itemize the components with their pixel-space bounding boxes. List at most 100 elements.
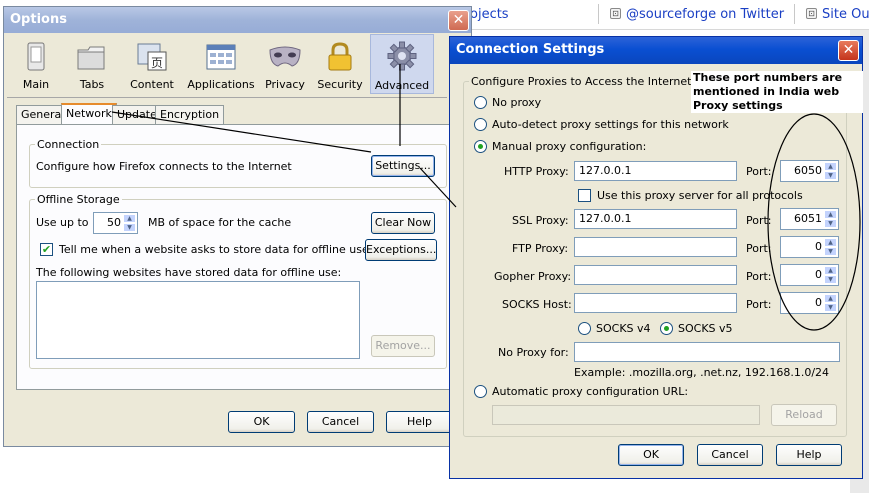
spin-down-icon[interactable]: ▼ — [824, 219, 837, 228]
toolbar-privacy[interactable]: Privacy — [262, 36, 308, 94]
use-for-all-label: Use this proxy server for all protocols — [597, 189, 803, 202]
connection-group-title: Connection — [35, 138, 102, 151]
close-icon: ✕ — [452, 12, 465, 28]
auto-config-radio[interactable] — [474, 385, 487, 398]
ftp-proxy-label: FTP Proxy: — [512, 242, 569, 255]
gopher-proxy-input[interactable] — [574, 265, 737, 285]
ftp-proxy-input[interactable] — [574, 237, 737, 257]
connection-ok-button[interactable]: OK — [618, 444, 684, 466]
spin-up-icon[interactable]: ▲ — [123, 214, 136, 223]
auto-config-url-input[interactable] — [492, 405, 760, 425]
exceptions-button[interactable]: Exceptions... — [365, 239, 437, 261]
no-proxy-for-input[interactable] — [574, 342, 840, 362]
use-for-all-checkbox[interactable] — [578, 189, 591, 202]
options-dialog: Options ✕ Main Tabs 页 Content Applicatio… — [3, 6, 472, 447]
network-tab-panel: Connection Configure how Firefox connect… — [16, 124, 452, 390]
bg-link-projects[interactable]: ojects — [470, 7, 509, 22]
socks-v5-radio[interactable] — [660, 322, 673, 335]
no-proxy-radio[interactable] — [474, 96, 487, 109]
connection-group: Connection Configure how Firefox connect… — [29, 138, 447, 188]
toolbar-label: Applications — [187, 78, 255, 91]
reload-button[interactable]: Reload — [771, 404, 837, 426]
toolbar-divider — [7, 97, 447, 98]
toolbar-label: Security — [317, 78, 363, 91]
connection-cancel-button[interactable]: Cancel — [697, 444, 763, 466]
toolbar-tabs[interactable]: Tabs — [64, 36, 120, 94]
applications-icon — [206, 44, 236, 70]
bg-link-icon: ⊡ — [806, 8, 817, 19]
bg-link-icon: ⊡ — [610, 8, 621, 19]
no-proxy-label: No proxy — [492, 96, 542, 109]
options-close-button[interactable]: ✕ — [448, 10, 469, 31]
toolbar-applications[interactable]: Applications — [186, 36, 256, 94]
gopher-port-value: 0 — [815, 268, 822, 281]
remove-button[interactable]: Remove... — [371, 335, 435, 357]
spin-down-icon[interactable]: ▼ — [824, 275, 837, 284]
proxy-group-title: Configure Proxies to Access the Internet — [469, 75, 694, 88]
auto-detect-label: Auto-detect proxy settings for this netw… — [492, 118, 729, 131]
ftp-port-value: 0 — [815, 240, 822, 253]
manual-proxy-radio[interactable] — [474, 140, 487, 153]
proxy-config-group: Configure Proxies to Access the Internet — [463, 75, 847, 437]
toolbar-content[interactable]: 页 Content — [124, 36, 180, 94]
folder-icon — [77, 46, 105, 70]
offline-storage-title: Offline Storage — [35, 193, 122, 206]
tell-me-checkbox[interactable]: ✔ — [40, 243, 53, 256]
http-port-stepper[interactable]: 6050 ▲ ▼ — [780, 160, 839, 182]
connection-settings-button[interactable]: Settings... — [371, 155, 435, 177]
options-ok-button[interactable]: OK — [228, 411, 295, 433]
lock-icon — [328, 42, 352, 71]
http-proxy-label: HTTP Proxy: — [504, 165, 569, 178]
toolbar-advanced[interactable]: Advanced — [370, 34, 434, 94]
content-icon: 页 — [137, 43, 167, 71]
options-cancel-button[interactable]: Cancel — [307, 411, 374, 433]
spin-down-icon[interactable]: ▼ — [824, 171, 837, 180]
ssl-port-value: 6051 — [794, 212, 822, 225]
toolbar-main[interactable]: Main — [12, 36, 60, 94]
socks-v4-radio[interactable] — [578, 322, 591, 335]
spin-up-icon[interactable]: ▲ — [824, 238, 837, 247]
toolbar-security[interactable]: Security — [314, 36, 366, 94]
auto-config-label: Automatic proxy configuration URL: — [492, 385, 689, 398]
spin-down-icon[interactable]: ▼ — [123, 223, 136, 232]
spin-down-icon[interactable]: ▼ — [824, 247, 837, 256]
spin-up-icon[interactable]: ▲ — [824, 294, 837, 303]
auto-detect-radio[interactable] — [474, 118, 487, 131]
close-icon: ✕ — [842, 42, 855, 58]
spin-up-icon[interactable]: ▲ — [824, 266, 837, 275]
options-help-button[interactable]: Help — [386, 411, 453, 433]
tab-network[interactable]: Network — [61, 103, 117, 125]
http-proxy-input[interactable]: 127.0.0.1 — [574, 161, 737, 181]
toolbar-label: Advanced — [374, 79, 430, 92]
spin-down-icon[interactable]: ▼ — [824, 303, 837, 312]
offline-storage-group: Offline Storage Use up to 50 ▲ ▼ MB of sp… — [29, 193, 447, 369]
no-proxy-for-label: No Proxy for: — [498, 346, 569, 359]
offline-sites-list[interactable] — [36, 281, 360, 359]
socks-port-stepper[interactable]: 0 ▲ ▼ — [780, 292, 839, 314]
cache-suffix-label: MB of space for the cache — [148, 216, 292, 229]
socks-host-input[interactable] — [574, 293, 737, 313]
gopher-port-stepper[interactable]: 0 ▲ ▼ — [780, 264, 839, 286]
ssl-proxy-input[interactable]: 127.0.0.1 — [574, 209, 737, 229]
manual-proxy-label: Manual proxy configuration: — [492, 140, 647, 153]
bg-link-twitter[interactable]: @sourceforge on Twitter — [626, 7, 784, 22]
options-titlebar: Options — [4, 7, 471, 33]
spin-up-icon[interactable]: ▲ — [824, 210, 837, 219]
ftp-port-stepper[interactable]: 0 ▲ ▼ — [780, 236, 839, 258]
cache-size-stepper[interactable]: 50 ▲ ▼ — [93, 212, 138, 234]
ssl-proxy-label: SSL Proxy: — [512, 214, 569, 227]
gopher-port-label: Port: — [746, 270, 772, 283]
spin-up-icon[interactable]: ▲ — [824, 162, 837, 171]
mask-icon — [269, 46, 301, 67]
http-port-value: 6050 — [794, 164, 822, 177]
ftp-port-label: Port: — [746, 242, 772, 255]
no-proxy-example: Example: .mozilla.org, .net.nz, 192.168.… — [574, 366, 830, 379]
connection-titlebar: Connection Settings — [450, 37, 862, 64]
connection-help-button[interactable]: Help — [776, 444, 842, 466]
bg-link-site-out[interactable]: Site Out — [822, 7, 869, 22]
tab-encryption[interactable]: Encryption — [155, 105, 225, 124]
connection-close-button[interactable]: ✕ — [838, 40, 859, 61]
ssl-port-stepper[interactable]: 6051 ▲ ▼ — [780, 208, 839, 230]
http-port-label: Port: — [746, 165, 772, 178]
clear-now-button[interactable]: Clear Now — [371, 212, 435, 234]
